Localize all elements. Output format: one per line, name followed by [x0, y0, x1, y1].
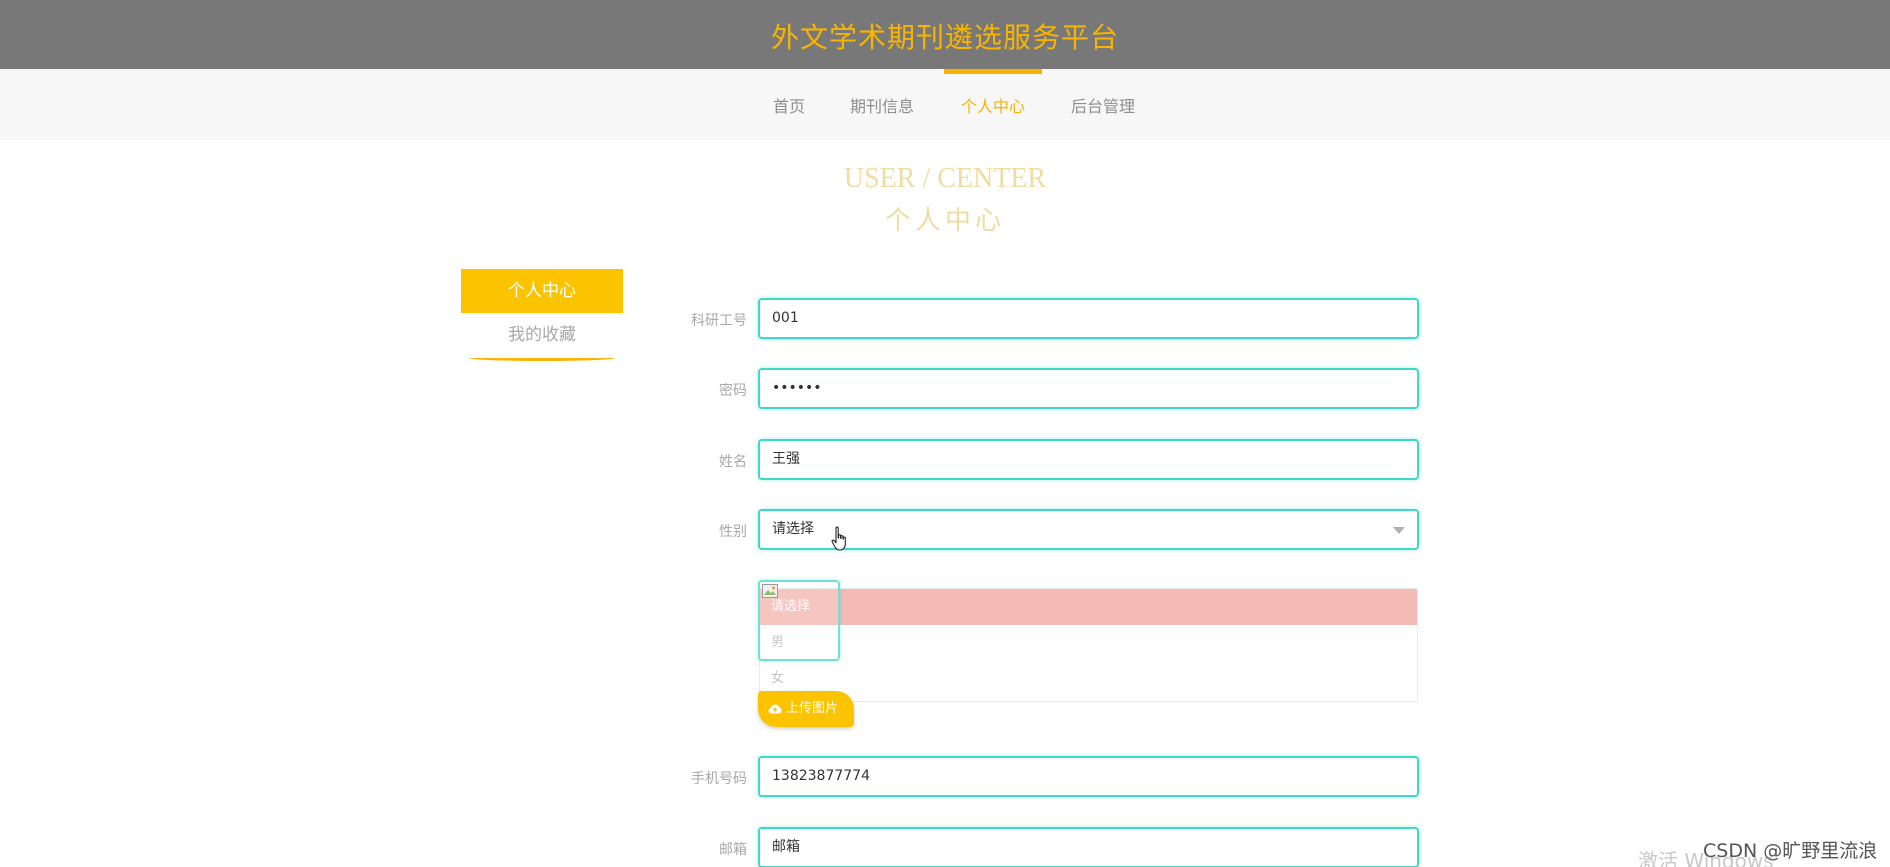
main-nav: 首页 期刊信息 个人中心 后台管理	[0, 69, 1890, 140]
nav-item-home[interactable]: 首页	[773, 97, 805, 117]
nav-item-admin[interactable]: 后台管理	[1071, 97, 1135, 117]
name-input[interactable]: 王强	[758, 439, 1419, 480]
side-menu: 个人中心 我的收藏	[461, 269, 623, 361]
nav-item-journals[interactable]: 期刊信息	[850, 97, 914, 117]
broken-image-icon	[762, 584, 778, 598]
upload-image-button[interactable]: 上传图片	[758, 691, 854, 727]
gender-label: 性别	[719, 524, 747, 540]
nav-active-indicator	[944, 69, 1042, 74]
cloud-upload-icon	[768, 704, 782, 714]
name-label: 姓名	[719, 454, 747, 470]
id-label: 科研工号	[691, 313, 747, 329]
chevron-down-icon	[1393, 527, 1405, 534]
dropdown-option[interactable]: 请选择	[760, 589, 1417, 625]
page-heading-chinese: 个人中心	[884, 206, 1005, 236]
password-label: 密码	[719, 383, 747, 399]
gender-dropdown: 请选择 男 女	[759, 588, 1418, 702]
email-label: 邮箱	[719, 842, 747, 858]
site-title: 外文学术期刊遴选服务平台	[770, 21, 1119, 54]
phone-label: 手机号码	[691, 771, 747, 787]
nav-item-user-center[interactable]: 个人中心	[961, 97, 1025, 117]
id-input[interactable]: 001	[758, 298, 1419, 339]
phone-input[interactable]: 13823877774	[758, 756, 1419, 797]
page-heading-english: USER / CENTER	[843, 163, 1047, 194]
gender-select[interactable]: 请选择	[758, 509, 1419, 550]
dropdown-option[interactable]: 男	[760, 625, 1417, 661]
email-input[interactable]: 邮箱	[758, 827, 1419, 867]
upload-button-label: 上传图片	[786, 701, 839, 716]
side-item-favorites[interactable]: 我的收藏	[461, 313, 623, 357]
side-item-user-center[interactable]: 个人中心	[461, 269, 623, 313]
csdn-watermark: CSDN @旷野里流浪	[1703, 840, 1878, 862]
gender-select-value: 请选择	[772, 521, 814, 537]
password-input[interactable]: ••••••	[758, 368, 1419, 409]
side-menu-underline	[469, 355, 615, 361]
hand-pointer-icon	[831, 526, 846, 551]
top-header-bar: 外文学术期刊遴选服务平台	[0, 0, 1890, 69]
dropdown-option[interactable]: 女	[760, 661, 1417, 697]
